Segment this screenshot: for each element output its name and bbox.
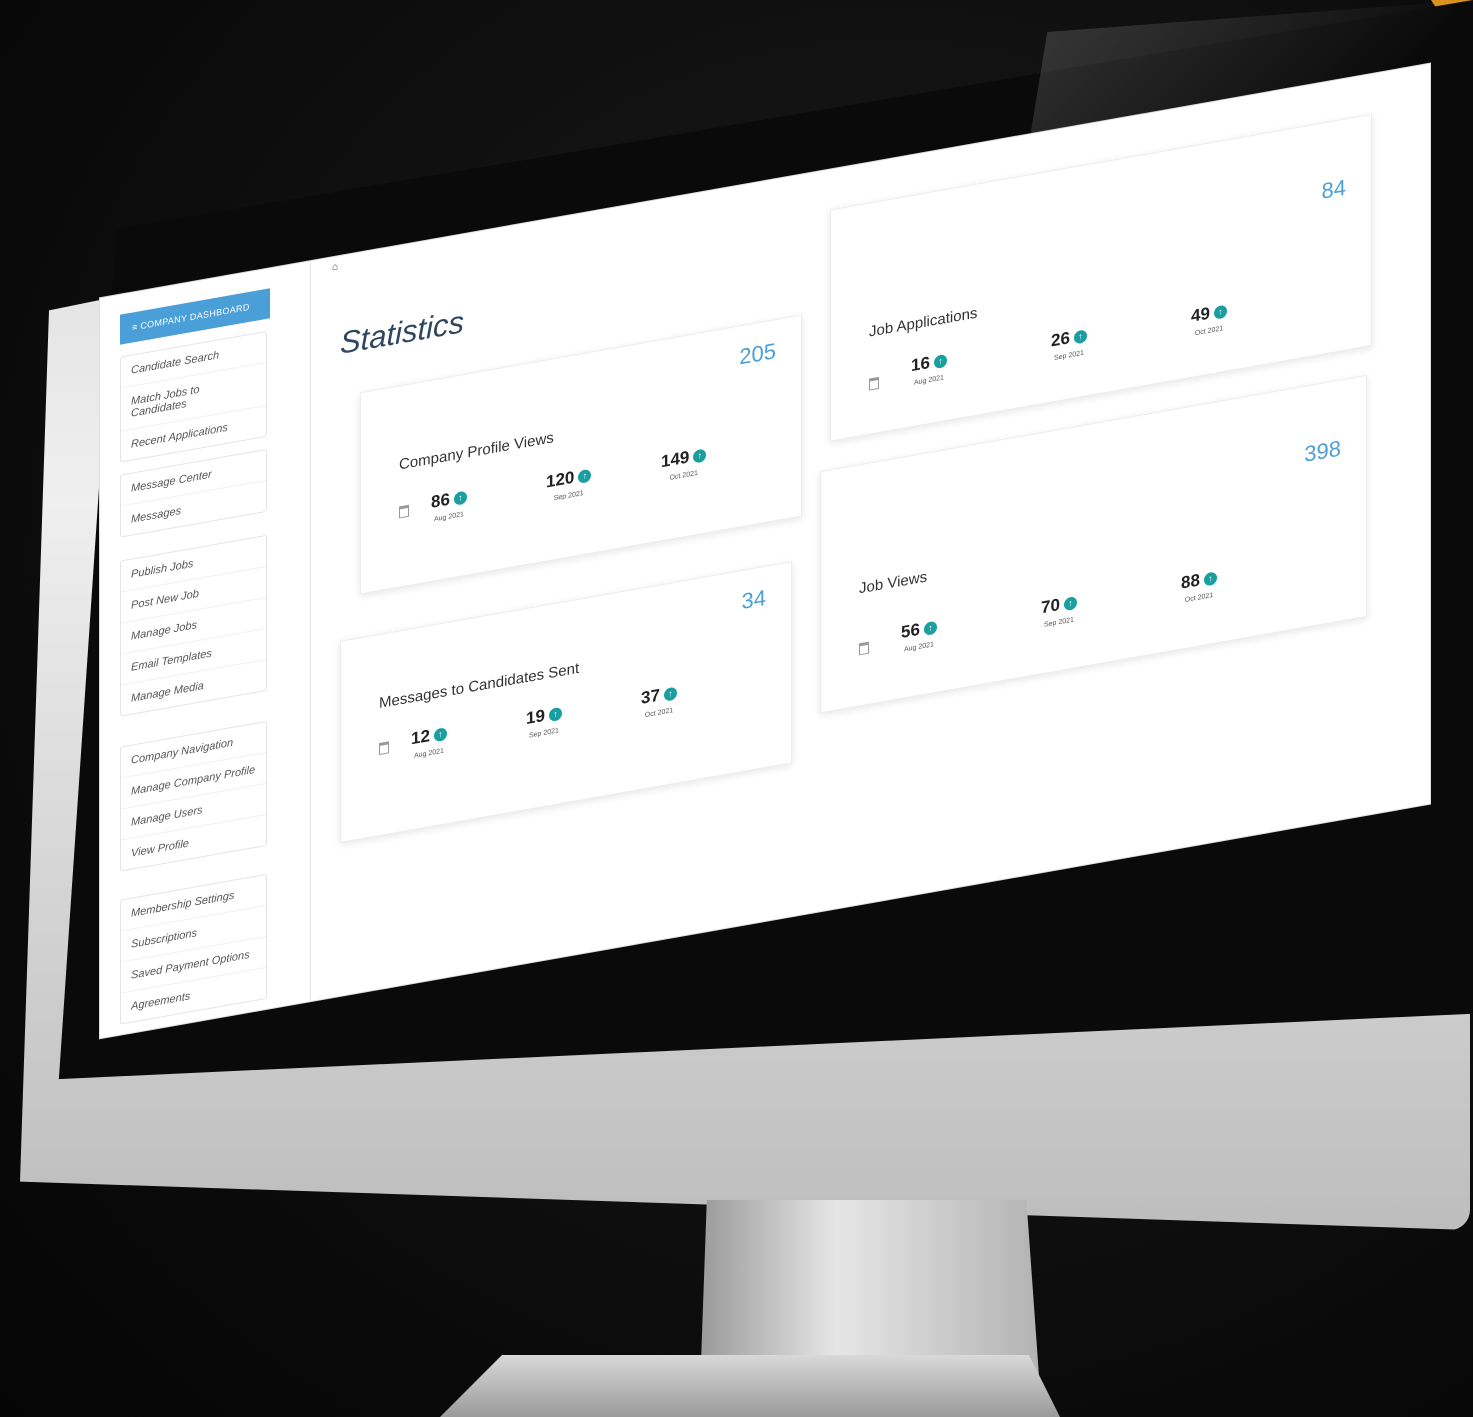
calendar-icon [869,376,879,391]
card-title: Job Views [859,568,928,598]
stat-label: Oct 2021 [1184,591,1214,604]
nav-group-company: Company Navigation Manage Company Profil… [120,720,267,872]
card-total: 205 [739,338,776,370]
stat-label: Oct 2021 [644,707,674,720]
stat-value: 26 [1051,328,1070,351]
stat-label: Oct 2021 [1194,325,1224,338]
stat-aug: 56 ↑ Aug 2021 [901,617,937,654]
sidebar: ≡ COMPANY DASHBOARD Candidate Search Mat… [100,261,311,1039]
arrow-up-icon: ↑ [1073,328,1087,345]
stat-label: Aug 2021 [903,641,934,654]
stat-label: Aug 2021 [913,374,944,387]
arrow-up-icon: ↑ [923,620,937,636]
stat-value: 19 [526,705,545,729]
stat-value: 149 [661,447,690,472]
stat-value: 70 [1041,594,1060,618]
nav-group-membership: Membership Settings Subscriptions Saved … [120,873,267,1025]
card-title: Job Applications [869,304,978,341]
calendar-icon [859,641,869,656]
stat-aug: 16 ↑ Aug 2021 [911,350,947,387]
stat-label: Sep 2021 [1043,616,1074,629]
stat-card-messages-sent: Messages to Candidates Sent 34 12 ↑ Aug 2… [340,561,792,843]
monitor-stand-foot [440,1355,1060,1417]
arrow-up-icon: ↑ [693,447,707,464]
calendar-icon [399,504,409,519]
nav-group-candidates: Candidate Search Match Jobs to Candidate… [120,330,267,463]
stat-value: 16 [911,352,930,376]
stat-aug: 12 ↑ Aug 2021 [411,723,447,760]
stat-sep: 26 ↑ Sep 2021 [1051,325,1087,362]
arrow-up-icon: ↑ [548,706,562,722]
stat-sep: 19 ↑ Sep 2021 [526,703,562,740]
stat-value: 120 [546,467,575,492]
arrow-up-icon: ↑ [578,468,592,484]
calendar-icon [379,741,389,756]
stat-value: 37 [641,685,660,708]
card-total: 398 [1304,435,1341,467]
stat-value: 49 [1191,303,1210,326]
page-title: Statistics [340,304,465,361]
arrow-up-icon: ↑ [933,353,947,369]
card-total: 34 [741,584,766,615]
stat-value: 12 [411,726,430,749]
home-icon[interactable]: ⌂ [332,261,338,273]
stat-oct: 149 ↑ Oct 2021 [661,444,707,483]
stat-label: Sep 2021 [1053,349,1084,363]
stat-oct: 49 ↑ Oct 2021 [1191,301,1227,338]
stat-sep: 70 ↑ Sep 2021 [1041,592,1077,629]
card-total: 84 [1321,174,1346,204]
card-title: Company Profile Views [399,429,554,474]
stat-sep: 120 ↑ Sep 2021 [546,465,592,504]
arrow-up-icon: ↑ [433,726,447,742]
stat-label: Aug 2021 [413,747,444,760]
stat-value: 88 [1181,570,1200,593]
stat-card-company-profile-views: Company Profile Views 205 86 ↑ Aug 2021 1… [360,314,802,595]
arrow-up-icon: ↑ [1063,595,1077,611]
arrow-up-icon: ↑ [663,686,677,702]
nav-group-messages: Message Center Messages [120,448,267,538]
stat-label: Aug 2021 [433,511,464,524]
arrow-up-icon: ↑ [1203,570,1217,587]
arrow-up-icon: ↑ [453,490,467,506]
stat-value: 56 [901,619,920,642]
arrow-up-icon: ↑ [1213,304,1227,320]
stat-oct: 88 ↑ Oct 2021 [1181,567,1217,604]
stat-aug: 86 ↑ Aug 2021 [431,487,467,524]
nav-group-jobs: Publish Jobs Post New Job Manage Jobs Em… [120,534,267,717]
stat-oct: 37 ↑ Oct 2021 [641,683,677,720]
stat-label: Sep 2021 [528,727,559,740]
stat-value: 86 [431,489,450,512]
